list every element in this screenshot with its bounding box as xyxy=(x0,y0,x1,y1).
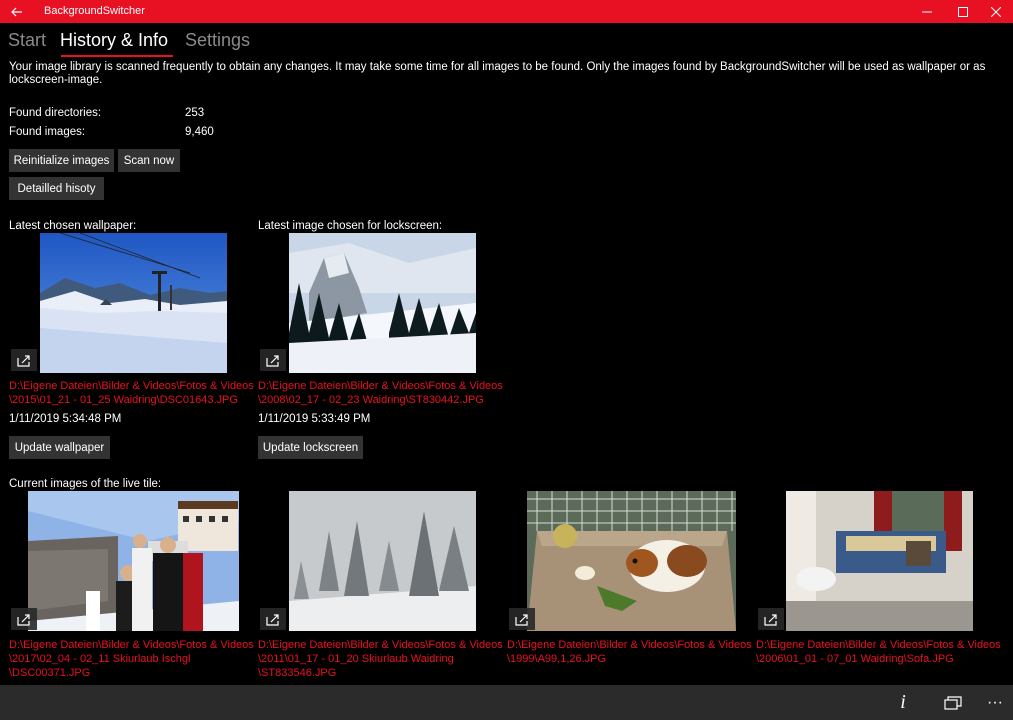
slideshow-button[interactable] xyxy=(933,685,973,720)
share-tile-2-button[interactable] xyxy=(260,608,286,630)
lockscreen-label: Latest image chosen for lockscreen: xyxy=(258,220,443,232)
lockscreen-image[interactable] xyxy=(289,233,476,373)
live-tile-4-path-link[interactable]: D:\Eigene Dateien\Bilder & Videos\Fotos … xyxy=(756,638,1001,666)
live-tile-image-2[interactable] xyxy=(289,491,476,631)
title-bar: BackgroundSwitcher xyxy=(0,0,1013,23)
maximize-icon xyxy=(958,6,968,17)
share-icon xyxy=(266,613,279,626)
found-directories-label: Found directories: xyxy=(9,107,102,119)
live-tile-1-path-link[interactable]: D:\Eigene Dateien\Bilder & Videos\Fotos … xyxy=(9,638,254,680)
tab-settings[interactable]: Settings xyxy=(185,30,250,51)
update-lockscreen-button[interactable]: Update lockscreen xyxy=(258,436,363,459)
share-tile-3-button[interactable] xyxy=(509,608,535,630)
window-title: BackgroundSwitcher xyxy=(44,5,145,17)
close-icon xyxy=(991,6,1001,17)
slideshow-icon xyxy=(944,695,962,710)
share-icon xyxy=(17,613,30,626)
wallpaper-datetime: 1/11/2019 5:34:48 PM xyxy=(9,413,122,425)
share-icon xyxy=(17,354,30,367)
share-icon xyxy=(515,613,528,626)
found-directories-value: 253 xyxy=(185,107,205,119)
lockscreen-path-link[interactable]: D:\Eigene Dateien\Bilder & Videos\Fotos … xyxy=(258,379,503,407)
share-lockscreen-button[interactable] xyxy=(260,349,286,371)
share-icon xyxy=(266,354,279,367)
detailed-history-button[interactable]: Detailled hisoty xyxy=(9,177,104,200)
live-tile-2-path-link[interactable]: D:\Eigene Dateien\Bilder & Videos\Fotos … xyxy=(258,638,503,680)
back-button[interactable] xyxy=(0,0,34,23)
more-button[interactable]: ··· xyxy=(975,685,1013,720)
live-tile-image-3[interactable] xyxy=(527,491,736,631)
active-tab-indicator xyxy=(61,55,173,57)
info-icon: i xyxy=(900,691,906,713)
scan-now-button[interactable]: Scan now xyxy=(118,149,180,172)
app-bar: i ··· xyxy=(0,685,1013,720)
more-icon: ··· xyxy=(987,693,1003,711)
tab-start[interactable]: Start xyxy=(8,30,46,51)
info-button[interactable]: i xyxy=(883,685,923,720)
minimize-button[interactable] xyxy=(910,0,944,23)
live-tile-3-path-link[interactable]: D:\Eigene Dateien\Bilder & Videos\Fotos … xyxy=(507,638,752,666)
share-icon xyxy=(764,613,777,626)
live-tile-label: Current images of the live tile: xyxy=(9,478,162,490)
maximize-button[interactable] xyxy=(946,0,980,23)
close-button[interactable] xyxy=(979,0,1013,23)
live-tile-image-1[interactable] xyxy=(28,491,239,631)
reinitialize-images-button[interactable]: Reinitialize images xyxy=(9,149,114,172)
share-tile-4-button[interactable] xyxy=(758,608,784,630)
wallpaper-label: Latest chosen wallpaper: xyxy=(9,220,137,232)
intro-text: Your image library is scanned frequently… xyxy=(9,61,986,86)
minimize-icon xyxy=(922,11,932,12)
wallpaper-path-link[interactable]: D:\Eigene Dateien\Bilder & Videos\Fotos … xyxy=(9,379,254,407)
share-wallpaper-button[interactable] xyxy=(11,349,37,371)
found-images-label: Found images: xyxy=(9,126,86,138)
back-arrow-icon xyxy=(11,7,22,16)
found-images-value: 9,460 xyxy=(185,126,214,138)
wallpaper-image[interactable] xyxy=(40,233,227,373)
share-tile-1-button[interactable] xyxy=(11,608,37,630)
update-wallpaper-button[interactable]: Update wallpaper xyxy=(9,436,110,459)
lockscreen-datetime: 1/11/2019 5:33:49 PM xyxy=(258,413,371,425)
tab-history-info[interactable]: History & Info xyxy=(60,30,168,51)
live-tile-image-4[interactable] xyxy=(786,491,973,631)
